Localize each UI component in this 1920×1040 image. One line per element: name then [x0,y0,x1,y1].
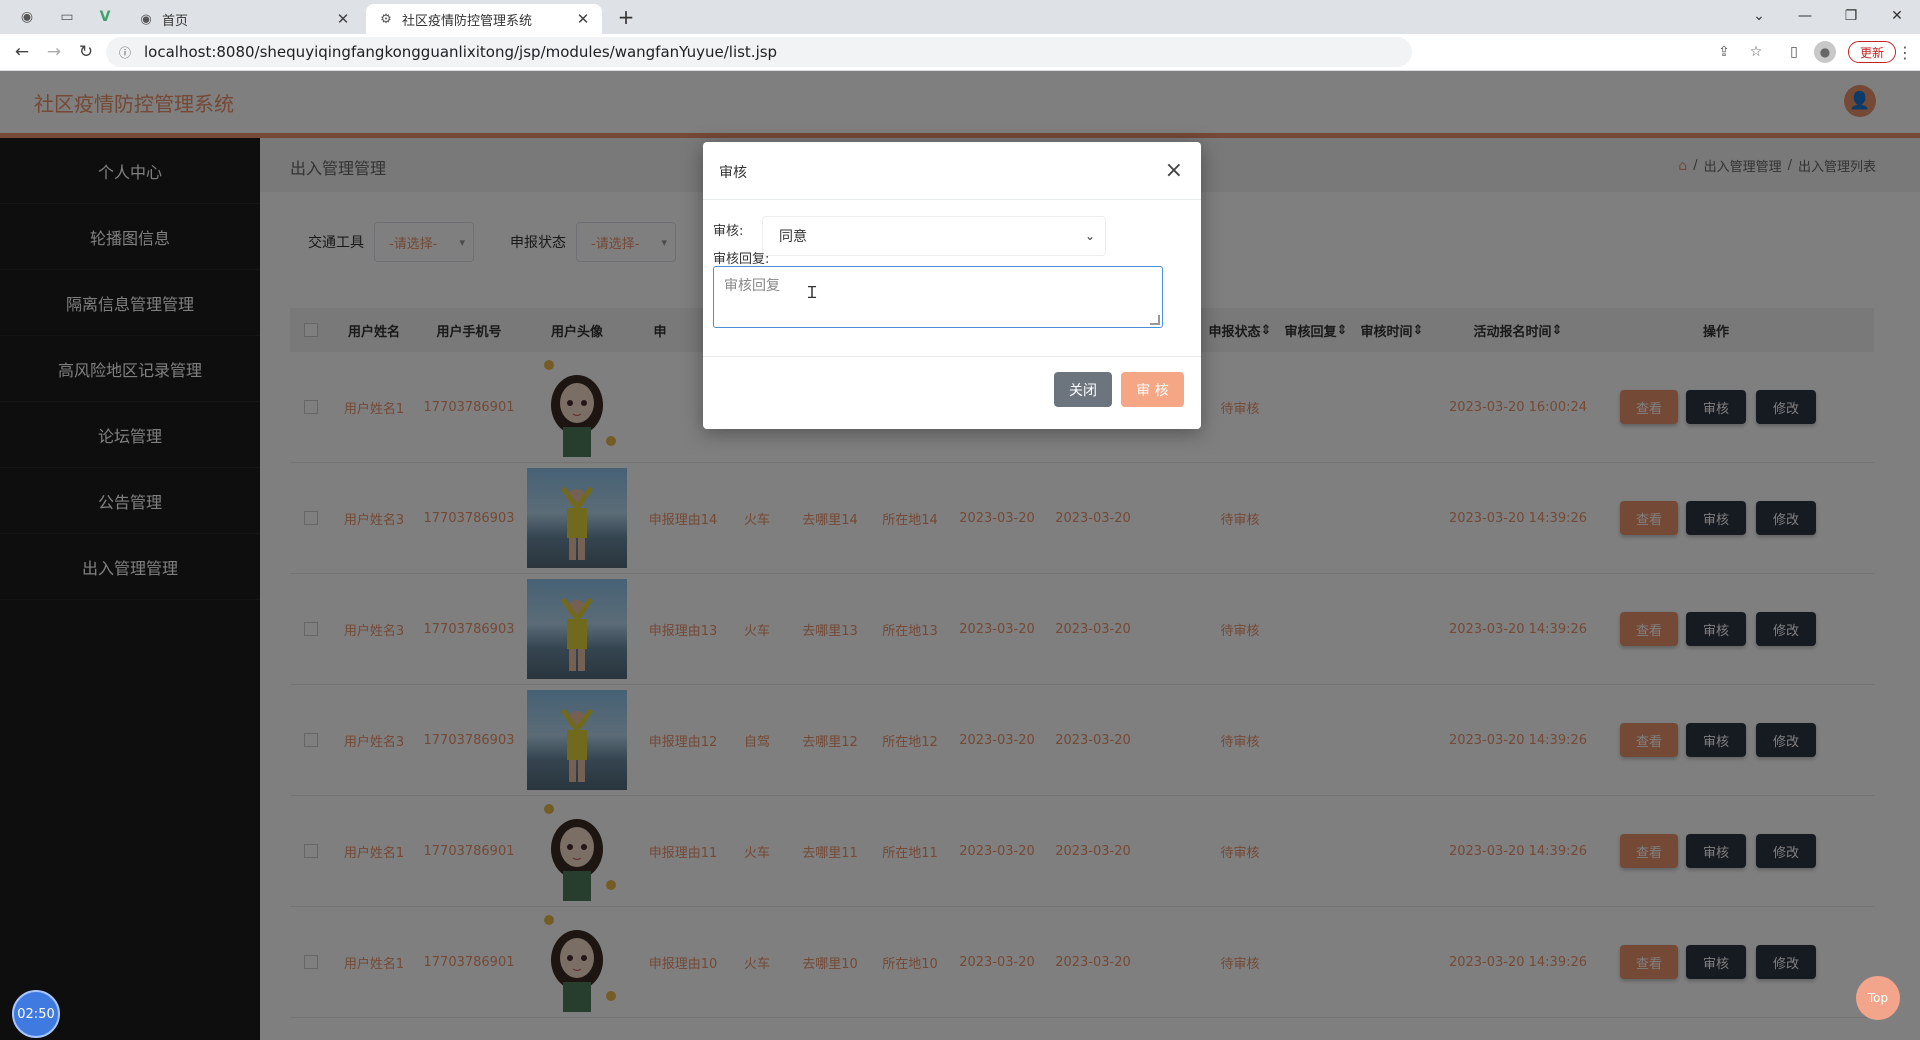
close-icon[interactable]: × [1165,158,1183,183]
profile-avatar-icon[interactable]: ● [1814,41,1836,63]
update-button[interactable]: 更新 [1848,41,1896,63]
address-bar: ← → ↻ ⓘ localhost:8080/shequyiqingfangko… [0,34,1920,71]
url-text: localhost:8080/shequyiqingfangkongguanli… [144,43,778,61]
close-button[interactable]: 关闭 [1054,372,1112,407]
resize-handle-icon[interactable] [1150,315,1160,325]
tab-title: 社区疫情防控管理系统 [402,13,533,29]
pinned-tab-vue-icon[interactable]: V [94,7,116,27]
submit-audit-button[interactable]: 审 核 [1121,372,1184,407]
back-icon[interactable]: ← [10,40,34,64]
forward-icon[interactable]: → [42,40,66,64]
bookmark-star-icon[interactable]: ☆ [1746,42,1766,62]
audit-select-value: 同意 [779,229,807,245]
url-omnibox[interactable]: ⓘ localhost:8080/shequyiqingfangkongguan… [106,37,1412,67]
restore-button[interactable]: ❐ [1828,4,1874,28]
reply-label: 审核回复: [713,252,770,267]
gear-icon: ⚙ [380,11,392,27]
modal-title: 审核 [719,165,747,181]
tab-close-icon[interactable]: ✕ [574,10,592,28]
minimize-button[interactable]: — [1782,4,1828,28]
pinned-tab-globe-icon[interactable]: ◉ [16,7,38,27]
new-tab-button[interactable]: + [614,5,638,29]
sidepanel-icon[interactable]: ▯ [1784,42,1804,62]
modal-header: 审核 × [703,142,1201,200]
chevron-down-icon: ⌄ [1084,229,1095,243]
browser-tab-active[interactable]: ⚙ 社区疫情防控管理系统 ✕ [366,4,602,34]
tab-title: 首页 [162,13,189,29]
site-info-icon[interactable]: ⓘ [116,44,134,61]
modal-body: 审核: 同意 ⌄ 审核回复: 审核回复 Ｉ [703,200,1201,357]
audit-select[interactable]: 同意 ⌄ [762,216,1106,256]
more-menu-icon[interactable]: ⋮ [1897,42,1913,62]
share-icon[interactable]: ⇪ [1714,42,1734,62]
audit-modal: 审核 × 审核: 同意 ⌄ 审核回复: 审核回复 Ｉ 关闭 审 核 [703,142,1201,429]
window-close-button[interactable]: ✕ [1874,4,1920,28]
tab-close-icon[interactable]: ✕ [334,10,352,28]
tab-search-icon[interactable]: ⌄ [1736,4,1782,28]
timer-badge[interactable]: 02:50 [12,990,60,1038]
audit-label: 审核: [713,224,744,239]
modal-footer: 关闭 审 核 [703,357,1201,429]
browser-tabbar: ◉ ▭ V ◉ 首页 ✕ ⚙ 社区疫情防控管理系统 ✕ + ⌄ — ❐ ✕ [0,0,1920,34]
audit-reply-textarea[interactable]: 审核回复 Ｉ [713,266,1163,328]
pinned-tab-blank-icon[interactable]: ▭ [56,7,78,27]
back-to-top-button[interactable]: Top [1856,976,1900,1020]
textarea-placeholder: 审核回复 [724,278,780,294]
reload-icon[interactable]: ↻ [74,40,98,64]
globe-icon: ◉ [140,11,152,27]
browser-tab-home[interactable]: ◉ 首页 ✕ [126,4,362,34]
text-cursor-icon: Ｉ [804,283,821,302]
